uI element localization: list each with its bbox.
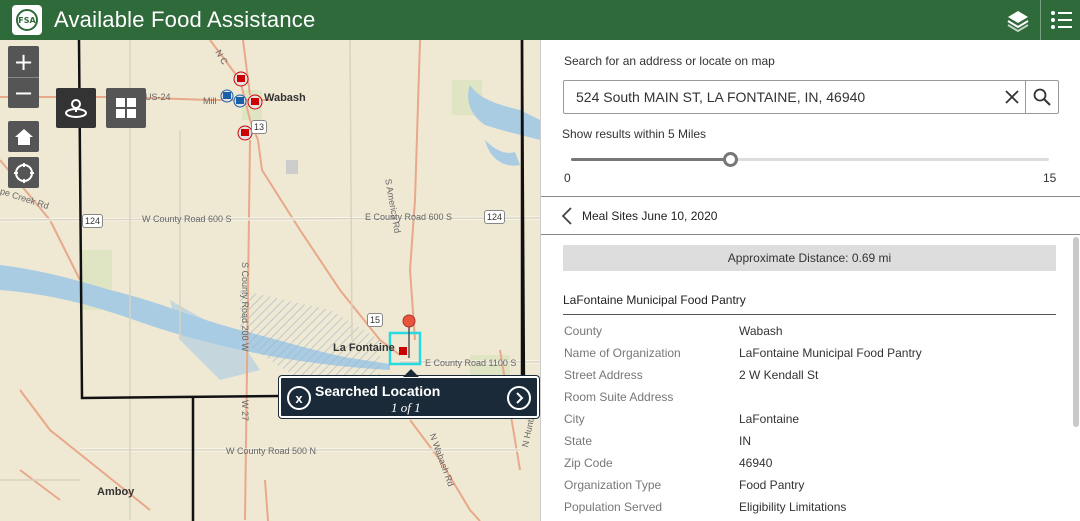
- popup-pointer: [403, 369, 419, 377]
- detail-scrollbar[interactable]: [1073, 237, 1079, 427]
- search-area-button[interactable]: [56, 88, 96, 128]
- route-shield: 13: [251, 120, 268, 134]
- layers-button[interactable]: [998, 0, 1038, 40]
- route-shield: 124: [484, 210, 506, 224]
- town-label-amboy: Amboy: [97, 486, 135, 498]
- attribute-row: County Wabash: [563, 324, 1056, 346]
- road-label: W County Road 500 N: [226, 446, 317, 456]
- search-icon: [1033, 88, 1051, 106]
- attribute-row: City LaFontaine: [563, 412, 1056, 434]
- radius-label: Show results within 5 Miles: [562, 127, 707, 141]
- popup-count: 1 of 1: [391, 400, 421, 415]
- attribute-value: Food Pantry: [739, 478, 805, 492]
- search-box: [563, 80, 1059, 114]
- app-header: FSA Available Food Assistance: [0, 0, 1080, 40]
- route-shield: 124: [82, 214, 104, 228]
- attribute-row: Name of Organization LaFontaine Municipal…: [563, 346, 1056, 368]
- divider: [563, 314, 1056, 315]
- chevron-left-icon: [561, 206, 575, 226]
- side-panel: Search for an address or locate on map S…: [540, 40, 1080, 521]
- attribute-value: Eligibility Limitations: [739, 500, 847, 514]
- searched-location-popup: x Searched Location 1 of 1: [279, 369, 539, 418]
- close-icon: x: [295, 390, 303, 406]
- attribute-key: Organization Type: [564, 478, 662, 492]
- chevron-right-icon: [516, 392, 524, 404]
- town-label-lafontaine: La Fontaine: [333, 342, 395, 354]
- locate-icon: [13, 162, 34, 183]
- attribute-value: Wabash: [739, 324, 783, 338]
- road-label: E County Road 1100 S: [425, 358, 517, 368]
- attribute-row: Population Served Eligibility Limitations: [563, 500, 1056, 521]
- legend-button[interactable]: [1040, 0, 1080, 40]
- back-label: Meal Sites June 10, 2020: [582, 208, 718, 223]
- search-label: Search for an address or locate on map: [564, 54, 775, 68]
- attribute-value: LaFontaine Municipal Food Pantry: [739, 346, 922, 360]
- distance-badge: Approximate Distance: 0.69 mi: [563, 245, 1056, 271]
- search-button[interactable]: [1025, 81, 1058, 113]
- route-shield: 15: [367, 313, 384, 327]
- logo-badge: FSA: [16, 9, 38, 31]
- attribute-key: Population Served: [564, 500, 663, 514]
- locate-button[interactable]: [8, 157, 39, 188]
- radius-slider[interactable]: [571, 152, 1049, 167]
- attribute-key: Room Suite Address: [564, 390, 674, 404]
- home-button[interactable]: [8, 121, 39, 152]
- popup-title: Searched Location: [315, 383, 441, 399]
- road-label: S County Road 200 W: [240, 262, 250, 352]
- slider-fill: [571, 158, 731, 161]
- zoom-out-button[interactable]: −: [8, 77, 39, 108]
- attribute-row: Organization Type Food Pantry: [563, 478, 1056, 500]
- attribute-key: Zip Code: [564, 456, 613, 470]
- layers-icon: [1007, 11, 1029, 32]
- attribute-key: State: [564, 434, 593, 448]
- search-input[interactable]: [564, 81, 999, 113]
- attribute-row: Street Address 2 W Kendall St: [563, 368, 1056, 390]
- attribute-value: 46940: [739, 456, 773, 470]
- back-to-list-button[interactable]: Meal Sites June 10, 2020: [541, 197, 1080, 234]
- clear-search-button[interactable]: [999, 81, 1025, 113]
- site-name: LaFontaine Municipal Food Pantry: [563, 293, 746, 307]
- app-logo: FSA: [12, 5, 42, 35]
- basemap-gallery-button[interactable]: [106, 88, 146, 128]
- attribute-key: Street Address: [564, 368, 643, 382]
- legend-list-icon: [1050, 11, 1072, 29]
- map-view[interactable]: W County Road 600 S E County Road 600 S …: [0, 40, 540, 521]
- attribute-row: Room Suite Address: [563, 390, 1056, 412]
- road-label: W 27: [240, 400, 250, 422]
- grid-icon: [116, 98, 136, 118]
- slider-max-label: 15: [1043, 171, 1057, 185]
- attribute-value: 2 W Kendall St: [739, 368, 819, 382]
- road-label: Mill: [203, 96, 217, 106]
- zoom-control: + −: [8, 46, 39, 108]
- road-label: E County Road 600 S: [365, 212, 453, 222]
- attribute-row: Zip Code 46940: [563, 456, 1056, 478]
- app-title: Available Food Assistance: [54, 7, 316, 32]
- popup-close-button[interactable]: x: [287, 386, 311, 410]
- attribute-row: State IN: [563, 434, 1056, 456]
- attribute-value: LaFontaine: [739, 412, 800, 426]
- town-label-wabash: Wabash: [264, 92, 306, 104]
- attribute-key: City: [564, 412, 585, 426]
- close-icon: [1005, 90, 1019, 104]
- road-label: W County Road 600 S: [142, 214, 232, 224]
- slider-min-label: 0: [564, 171, 571, 185]
- attribute-key: County: [564, 324, 603, 338]
- zoom-in-button[interactable]: +: [8, 46, 39, 77]
- site-detail: Approximate Distance: 0.69 mi LaFontaine…: [541, 235, 1080, 521]
- road-label: US-24: [145, 92, 171, 102]
- popup-next-button[interactable]: [507, 386, 531, 410]
- attribute-key: Name of Organization: [564, 346, 681, 360]
- attribute-value: IN: [739, 434, 751, 448]
- app: FSA Available Food Assistance W County R…: [0, 0, 1080, 521]
- slider-thumb[interactable]: [723, 152, 739, 167]
- home-icon: [14, 128, 33, 145]
- location-search-icon: [65, 99, 87, 118]
